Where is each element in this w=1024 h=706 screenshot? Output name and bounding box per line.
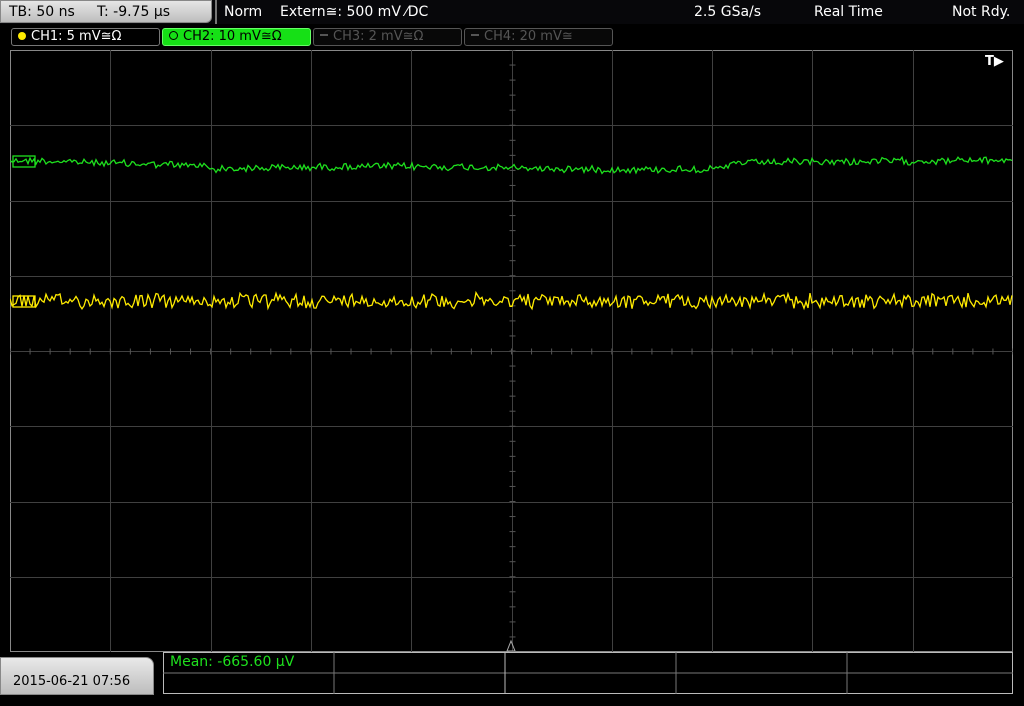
waveform-display[interactable]: [10, 50, 1013, 652]
channel-1-label: CH1: 5 mV≅Ω: [31, 29, 122, 44]
channel-4-off-icon: [471, 34, 479, 36]
status-bar: TB: 50 ns T: -9.75 µs Norm Extern≅: 500 …: [0, 0, 1024, 24]
channel-2-label: CH2: 10 mV≅Ω: [183, 29, 282, 44]
date-time: 2015-06-21 07:56: [0, 657, 154, 695]
trigger-offset-readout: T: -9.75 µs: [97, 4, 171, 20]
channel-3-tab[interactable]: CH3: 2 mV≅Ω: [313, 28, 462, 46]
timebase-readout: TB: 50 ns: [9, 4, 75, 20]
trigger-mode[interactable]: Norm: [224, 0, 262, 24]
trigger-source[interactable]: Extern≅: 500 mV ⁄DC: [280, 0, 428, 24]
trigger-level-marker[interactable]: T▶: [985, 54, 1004, 69]
acquisition-mode: Real Time: [814, 4, 883, 20]
status-divider: [215, 0, 217, 24]
channel-1-tab[interactable]: CH1: 5 mV≅Ω: [11, 28, 160, 46]
sample-rate: 2.5 GSa/s: [694, 4, 762, 20]
channel-2-dot-icon: [169, 31, 178, 40]
channel-2-tab[interactable]: CH2: 10 mV≅Ω: [162, 28, 311, 46]
channel-3-off-icon: [320, 34, 328, 36]
timebase-box[interactable]: TB: 50 ns T: -9.75 µs: [0, 0, 212, 23]
channel-4-label: CH4: 20 mV≅: [484, 29, 573, 44]
measurement-mean: Mean: -665.60 µV: [170, 654, 295, 670]
acquisition-state: Not Rdy.: [952, 4, 1011, 20]
channel-3-label: CH3: 2 mV≅Ω: [333, 29, 424, 44]
channel-4-tab[interactable]: CH4: 20 mV≅: [464, 28, 613, 46]
channel-1-dot-icon: [18, 32, 26, 40]
